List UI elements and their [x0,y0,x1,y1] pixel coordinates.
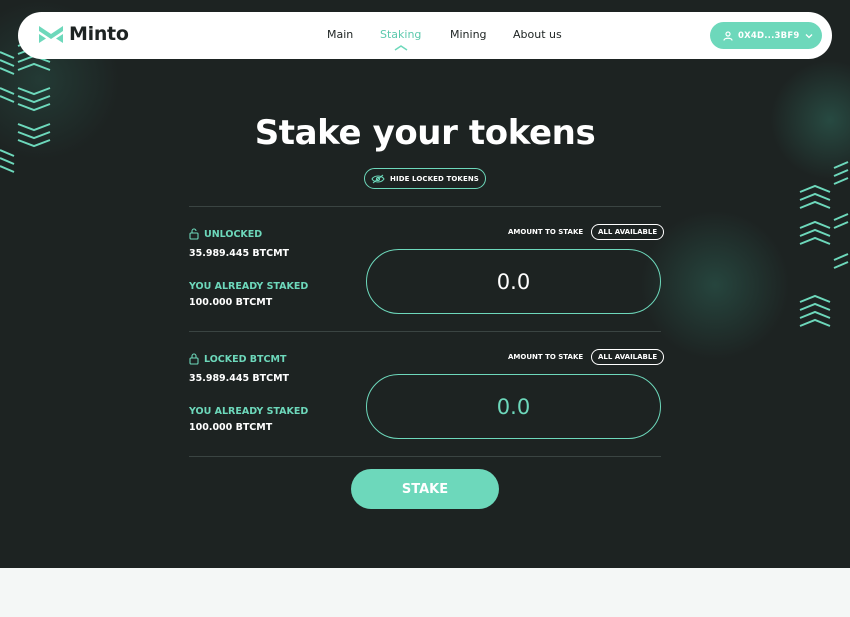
unlock-icon [189,228,199,240]
chevron-down-icon [805,33,813,38]
hide-locked-tokens-button[interactable]: HIDE LOCKED TOKENS [364,168,486,189]
hide-locked-tokens-label: HIDE LOCKED TOKENS [390,174,479,183]
locked-balance-value: 35.989.445 BTCMT [189,373,290,384]
page-title: Stake your tokens [254,113,596,153]
all-available-button[interactable]: ALL AVAILABLE [591,224,665,240]
already-staked-label: YOU ALREADY STAKED [189,281,309,292]
eye-off-icon [371,174,385,183]
amount-to-stake-label: AMOUNT TO STAKE [508,228,584,236]
already-staked-label: YOU ALREADY STAKED [189,406,309,417]
locked-amount-input[interactable] [366,374,661,439]
lock-icon [189,353,199,365]
wallet-button[interactable]: 0X4D...3BF9 [710,22,822,49]
brand-name: Minto [69,23,129,45]
minto-logo-icon [39,26,63,43]
unlocked-balance-value: 35.989.445 BTCMT [189,248,290,259]
section-divider [189,456,661,457]
section-divider [189,331,661,332]
amount-to-stake-label: AMOUNT TO STAKE [508,353,584,361]
all-available-button[interactable]: ALL AVAILABLE [591,349,665,365]
unlocked-label: UNLOCKED [204,228,263,240]
top-navbar: Minto Main Staking Mining About us 0X4D.… [18,12,832,59]
user-icon [723,30,733,41]
active-indicator-icon [394,45,408,51]
locked-balance-row: LOCKED BTCMT [189,353,286,365]
unlocked-amount-input[interactable] [366,249,661,314]
section-divider [189,206,661,207]
already-staked-value: 100.000 BTCMT [189,422,273,433]
staking-stage: Minto Main Staking Mining About us 0X4D.… [0,0,850,568]
unlocked-balance-row: UNLOCKED [189,228,262,240]
locked-label: LOCKED BTCMT [204,353,287,365]
wallet-address: 0X4D...3BF9 [738,30,800,41]
nav-item-staking[interactable]: Staking [380,28,421,41]
chevron-decoration-icon [799,161,849,327]
stake-button[interactable]: STAKE [351,469,499,509]
already-staked-value: 100.000 BTCMT [189,297,273,308]
nav-item-about-us[interactable]: About us [513,28,562,41]
nav-item-main[interactable]: Main [327,28,353,41]
page-footer-area [0,568,850,617]
brand-logo[interactable]: Minto [38,23,129,45]
nav-item-mining[interactable]: Mining [450,28,487,41]
